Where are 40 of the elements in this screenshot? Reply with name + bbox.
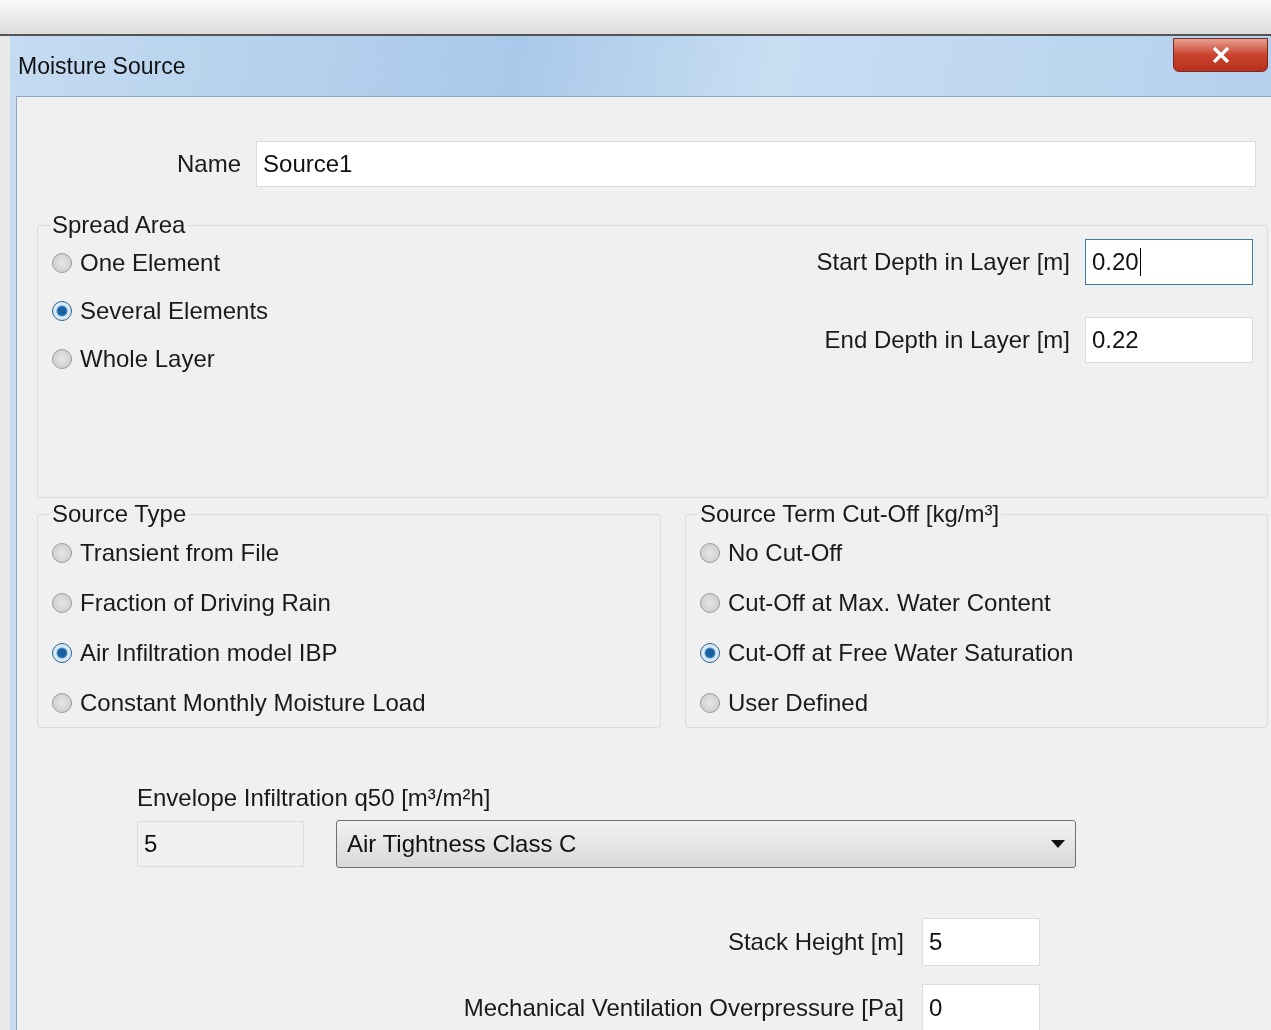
radio-button[interactable]: [52, 593, 72, 613]
radio-label: Fraction of Driving Rain: [80, 589, 331, 617]
radio-label: Air Infiltration model IBP: [80, 639, 338, 667]
dropdown-arrow-icon: [1051, 840, 1065, 848]
radio-button[interactable]: [52, 543, 72, 563]
radio-button[interactable]: [52, 643, 72, 663]
depth-field[interactable]: 0.22: [1085, 317, 1253, 363]
group-title: Source Term Cut-Off [kg/m³]: [699, 501, 1001, 528]
radio-label: Cut-Off at Max. Water Content: [728, 589, 1051, 617]
radio-button[interactable]: [700, 693, 720, 713]
group-title: Spread Area: [51, 212, 187, 239]
field-label: End Depth in Layer [m]: [824, 326, 1070, 354]
close-icon: [1211, 47, 1230, 63]
radio-button[interactable]: [700, 543, 720, 563]
group-title: Source Type: [51, 501, 188, 528]
radio-label: Constant Monthly Moisture Load: [80, 689, 426, 717]
radio-label: Whole Layer: [80, 345, 215, 373]
field-label: Name: [177, 150, 242, 178]
radio-button[interactable]: [52, 253, 72, 273]
window-title: Moisture Source: [18, 52, 186, 80]
radio-label: No Cut-Off: [728, 539, 843, 567]
name-field[interactable]: Source1: [256, 141, 1256, 187]
close-button[interactable]: [1173, 38, 1268, 72]
radio-button[interactable]: [700, 643, 720, 663]
field-label: Envelope Infiltration q50 [m³/m²h]: [137, 784, 492, 812]
field-label: Mechanical Ventilation Overpressure [Pa]: [463, 994, 904, 1022]
parameter-field[interactable]: 0: [922, 984, 1040, 1030]
radio-button[interactable]: [52, 301, 72, 321]
parameter-field[interactable]: 5: [922, 918, 1040, 966]
radio-label: Several Elements: [80, 297, 269, 325]
field-label: Stack Height [m]: [727, 928, 904, 956]
field-label: Start Depth in Layer [m]: [816, 248, 1070, 276]
depth-field[interactable]: 0.20: [1085, 239, 1253, 285]
radio-label: Cut-Off at Free Water Saturation: [728, 639, 1074, 667]
radio-button[interactable]: [52, 349, 72, 369]
radio-label: One Element: [80, 249, 221, 277]
radio-button[interactable]: [700, 593, 720, 613]
radio-label: Transient from File: [80, 539, 280, 567]
radio-label: User Defined: [728, 689, 869, 717]
radio-button[interactable]: [52, 693, 72, 713]
